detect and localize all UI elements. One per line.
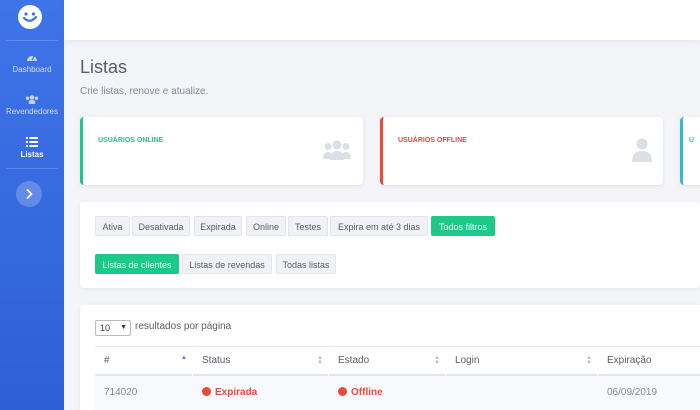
sidebar-item-label: Revendedores — [5, 107, 59, 116]
sidebar-divider — [6, 168, 58, 169]
sidebar-toggle-button[interactable] — [16, 181, 42, 207]
third-card: U — [680, 117, 700, 185]
filter-ativa-button[interactable]: Ativa — [95, 216, 130, 236]
column-header-label: # — [104, 355, 110, 366]
column-header-label: Status — [202, 355, 231, 366]
sidebar-item-label: Dashboard — [12, 65, 52, 74]
column-header-expiracao[interactable]: Expiração — [598, 346, 700, 376]
status-dot-icon — [202, 387, 211, 396]
cell-login — [446, 376, 598, 410]
cell-id: 714020 — [95, 376, 193, 410]
user-icon — [632, 138, 652, 162]
page-size-select[interactable]: 10 ▼ — [95, 320, 131, 336]
listas-de-clientes-button[interactable]: Listas de clientes — [95, 254, 179, 274]
sort-icon: ▲ ▼ — [586, 355, 592, 366]
users-icon — [323, 140, 351, 160]
users-icon — [25, 95, 39, 104]
topbar — [64, 0, 700, 40]
column-header-label: Login — [455, 355, 480, 366]
page-subtitle: Crie listas, renove e atualize. — [80, 86, 209, 97]
column-header-estado[interactable]: Estado ▲ ▼ — [329, 346, 445, 376]
filter-online-button[interactable]: Online — [246, 216, 286, 236]
page-size-value: 10 — [100, 323, 111, 333]
card-title: USUÁRIOS ONLINE — [98, 137, 164, 144]
sidebar-item-listas[interactable]: Listas — [0, 137, 64, 159]
column-header-status[interactable]: Status ▲ ▼ — [193, 346, 328, 376]
offline-users-card: USUÁRIOS OFFLINE — [380, 117, 663, 185]
filter-todos-filtros-button[interactable]: Todos filtros — [431, 216, 495, 236]
online-users-card: USUÁRIOS ONLINE — [80, 117, 363, 185]
sidebar-divider — [6, 40, 58, 41]
page-title: Listas — [80, 57, 128, 77]
sidebar-item-dashboard[interactable]: Dashboard — [0, 52, 64, 74]
sort-icon: ▲ ▼ — [317, 355, 323, 366]
sidebar-item-revendedores[interactable]: Revendedores — [0, 95, 64, 116]
status-badge: Expirada — [215, 387, 258, 398]
filter-testes-button[interactable]: Testes — [288, 216, 328, 236]
list-icon — [26, 137, 38, 147]
estado-badge: Offline — [351, 387, 383, 398]
page-size-label: resultados por página — [135, 321, 232, 332]
filter-panel — [80, 202, 700, 288]
dashboard-gauge-icon — [27, 55, 37, 61]
status-dot-icon — [338, 387, 347, 396]
filter-expirada-button[interactable]: Expirada — [194, 216, 242, 236]
sidebar: Dashboard Revendedores Listas — [0, 0, 64, 410]
caret-down-icon: ▼ — [120, 324, 127, 331]
column-header-login[interactable]: Login ▲ ▼ — [446, 346, 597, 376]
column-header-label: Expiração — [607, 355, 652, 366]
column-header-id[interactable]: # ▲ — [95, 346, 192, 376]
listas-de-revendas-button[interactable]: Listas de revendas — [182, 254, 272, 274]
cell-expiracao: 06/09/2019 — [598, 376, 700, 410]
sidebar-item-label: Listas — [20, 150, 44, 159]
card-title: USUÁRIOS OFFLINE — [398, 137, 467, 144]
column-header-label: Estado — [338, 355, 370, 366]
cell-estado: Offline — [329, 376, 446, 410]
sort-icon: ▲ ▼ — [434, 355, 440, 366]
smiley-logo-icon[interactable] — [17, 4, 43, 30]
filter-desativada-button[interactable]: Desativada — [132, 216, 190, 236]
cell-status: Expirada — [193, 376, 329, 410]
filter-expira-3-dias-button[interactable]: Expira em até 3 dias — [330, 216, 428, 236]
card-title: U — [689, 137, 695, 144]
todas-listas-button[interactable]: Todas listas — [276, 254, 336, 274]
sort-icon: ▲ — [181, 355, 187, 361]
chevron-right-icon — [26, 189, 33, 199]
